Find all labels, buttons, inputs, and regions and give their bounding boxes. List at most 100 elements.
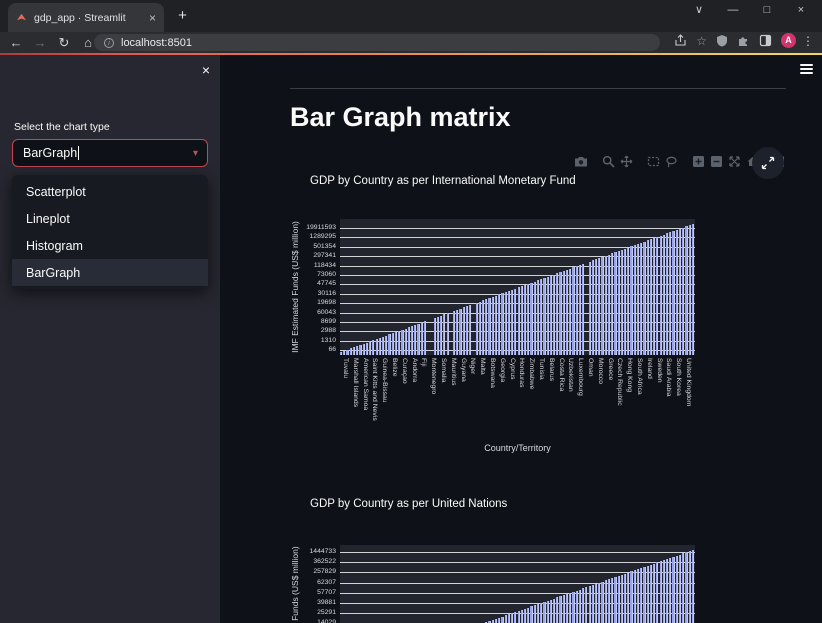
bar[interactable]: [646, 565, 649, 623]
bar[interactable]: [359, 344, 362, 355]
bar[interactable]: [659, 235, 662, 355]
bar[interactable]: [420, 322, 423, 355]
bar[interactable]: [627, 247, 630, 355]
option-lineplot[interactable]: Lineplot: [12, 205, 208, 232]
bar[interactable]: [507, 290, 511, 355]
new-tab-button[interactable]: +: [174, 8, 191, 25]
option-bargraph[interactable]: BarGraph: [12, 259, 208, 286]
bar[interactable]: [498, 617, 501, 623]
bar[interactable]: [375, 339, 378, 355]
bar[interactable]: [559, 596, 562, 623]
bar[interactable]: [378, 337, 381, 355]
bar[interactable]: [398, 330, 401, 355]
bar[interactable]: [549, 599, 552, 623]
bar[interactable]: [388, 334, 391, 355]
bar[interactable]: [365, 342, 369, 355]
app-menu-hamburger-icon[interactable]: [800, 64, 813, 77]
bar[interactable]: [656, 562, 659, 623]
bar[interactable]: [346, 349, 349, 355]
bar[interactable]: [540, 279, 543, 355]
window-maximize-icon[interactable]: □: [750, 0, 784, 22]
bar[interactable]: [482, 300, 485, 355]
bar[interactable]: [352, 347, 356, 355]
zoom-icon[interactable]: [602, 155, 615, 168]
bar[interactable]: [443, 314, 446, 355]
bar[interactable]: [414, 325, 417, 355]
bar[interactable]: [523, 608, 527, 623]
share-icon[interactable]: [674, 34, 687, 47]
bar[interactable]: [407, 327, 410, 355]
bar[interactable]: [417, 323, 420, 355]
bar[interactable]: [349, 348, 352, 355]
bar[interactable]: [372, 340, 375, 355]
bar[interactable]: [511, 289, 514, 355]
bar[interactable]: [649, 564, 653, 623]
bar[interactable]: [636, 243, 640, 355]
bar[interactable]: [620, 574, 623, 623]
window-minimize-icon[interactable]: —: [716, 0, 750, 22]
bar[interactable]: [478, 301, 481, 355]
bar[interactable]: [598, 258, 601, 355]
site-info-icon[interactable]: i: [104, 37, 114, 48]
box-select-icon[interactable]: [647, 155, 660, 168]
extensions-puzzle-icon[interactable]: [737, 34, 750, 47]
pan-icon[interactable]: [620, 155, 633, 168]
bar[interactable]: [462, 307, 465, 355]
bar[interactable]: [459, 308, 462, 355]
bar[interactable]: [562, 270, 565, 355]
bar[interactable]: [411, 326, 414, 355]
bar[interactable]: [578, 265, 582, 355]
bar[interactable]: [575, 590, 578, 623]
bar[interactable]: [362, 343, 365, 355]
bar[interactable]: [504, 615, 507, 623]
bar[interactable]: [517, 610, 520, 623]
bar[interactable]: [588, 586, 591, 623]
bar[interactable]: [556, 273, 559, 355]
bar[interactable]: [611, 253, 614, 355]
back-icon[interactable]: ←: [4, 35, 28, 50]
window-chevron-icon[interactable]: ∨: [682, 0, 716, 22]
bar[interactable]: [630, 246, 633, 355]
bar[interactable]: [614, 252, 617, 355]
plot-area[interactable]: [340, 545, 695, 623]
reload-icon[interactable]: ↻: [52, 35, 76, 51]
bar[interactable]: [656, 236, 659, 355]
browser-tab[interactable]: gdp_app · Streamlit ×: [8, 3, 164, 32]
bar[interactable]: [675, 555, 678, 623]
bar[interactable]: [607, 254, 611, 355]
bar[interactable]: [591, 584, 594, 623]
bar[interactable]: [369, 341, 372, 355]
bar[interactable]: [640, 568, 643, 623]
bar[interactable]: [504, 292, 507, 355]
bar[interactable]: [572, 591, 575, 623]
bar[interactable]: [675, 229, 678, 355]
window-close-icon[interactable]: ×: [784, 0, 818, 22]
sidebar-close-icon[interactable]: ×: [202, 62, 210, 78]
shield-extension-icon[interactable]: [716, 34, 728, 47]
bar[interactable]: [575, 266, 578, 355]
bar[interactable]: [475, 302, 478, 355]
bar[interactable]: [549, 275, 552, 355]
bar[interactable]: [582, 263, 585, 355]
tab-search-icon[interactable]: [759, 34, 772, 47]
bar[interactable]: [469, 305, 472, 355]
bar[interactable]: [620, 249, 623, 355]
bar[interactable]: [436, 316, 440, 355]
bar[interactable]: [678, 554, 682, 623]
bar[interactable]: [491, 296, 494, 355]
bar[interactable]: [501, 616, 504, 623]
bar[interactable]: [643, 241, 646, 355]
bar[interactable]: [553, 598, 556, 623]
bar[interactable]: [572, 267, 575, 355]
zoom-in-icon[interactable]: [692, 155, 705, 168]
bar[interactable]: [514, 612, 517, 623]
bar[interactable]: [582, 588, 585, 623]
bar[interactable]: [520, 609, 523, 623]
option-histogram[interactable]: Histogram: [12, 232, 208, 259]
bar[interactable]: [546, 276, 549, 355]
bar[interactable]: [653, 563, 656, 623]
address-bar[interactable]: i localhost:8501: [94, 34, 660, 51]
bar[interactable]: [340, 352, 343, 355]
lasso-select-icon[interactable]: [665, 155, 678, 168]
bar[interactable]: [601, 581, 604, 623]
